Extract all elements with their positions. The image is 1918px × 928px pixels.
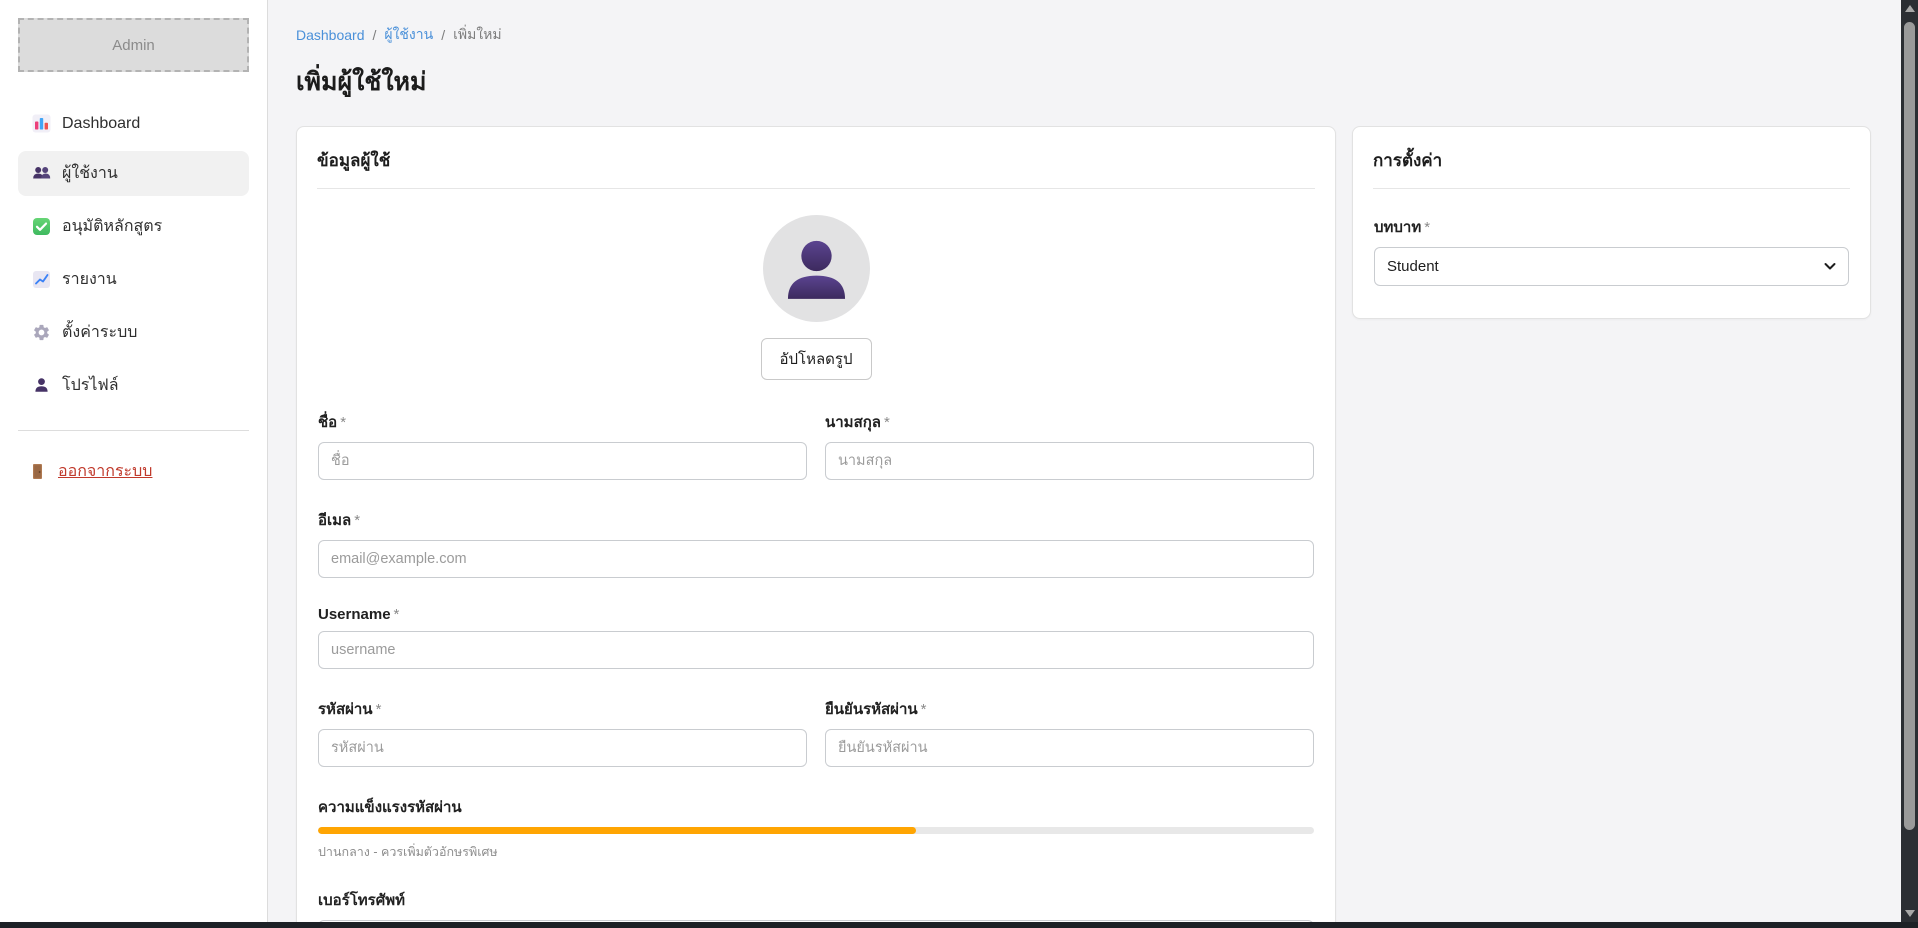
password-strength-caption: ปานกลาง - ควรเพิ่มตัวอักษรพิเศษ (318, 842, 1314, 862)
scrollbar-thumb[interactable] (1904, 22, 1915, 830)
sidebar-item-label: โปรไฟล์ (62, 373, 119, 398)
user-card-title: ข้อมูลผู้ใช้ (297, 127, 1335, 188)
sidebar-item-reports[interactable]: รายงาน (18, 257, 249, 302)
window-bottom-edge (0, 922, 1918, 928)
phone-label: เบอร์โทรศัพท์ (318, 888, 1314, 912)
scroll-down-arrow[interactable] (1901, 905, 1918, 922)
required-asterisk: * (1424, 219, 1430, 236)
settings-body: บทบาท* Student (1353, 215, 1870, 286)
gear-icon (32, 323, 51, 342)
last-name-group: นามสกุล* (825, 410, 1314, 480)
page-title: เพิ่มผู้ใช้ใหม่ (296, 62, 1871, 102)
role-label: บทบาท* (1374, 215, 1849, 239)
sidebar-item-label: ผู้ใช้งาน (62, 161, 118, 186)
vertical-scrollbar (1901, 0, 1918, 928)
password-strength-section: ความแข็งแรงรหัสผ่าน ปานกลาง - ควรเพิ่มตั… (318, 795, 1314, 862)
logo-text: Admin (112, 37, 155, 54)
bar-chart-icon (32, 114, 51, 133)
trend-chart-icon (32, 270, 51, 289)
sidebar-item-profile[interactable]: โปรไฟล์ (18, 363, 249, 408)
username-field[interactable] (318, 631, 1314, 669)
sidebar-divider (18, 430, 249, 431)
first-name-field[interactable] (318, 442, 807, 480)
breadcrumb: Dashboard / ผู้ใช้งาน / เพิ่มใหม่ (296, 24, 1871, 46)
sidebar: Admin Dashboard (0, 0, 268, 928)
confirm-password-label: ยืนยันรหัสผ่าน* (825, 697, 1314, 721)
password-strength-label: ความแข็งแรงรหัสผ่าน (318, 795, 1314, 819)
door-icon (28, 462, 47, 481)
required-asterisk: * (394, 606, 400, 623)
content-row: ข้อมูลผู้ใช้ อัปโหลดรูป (296, 126, 1871, 928)
avatar (763, 215, 870, 322)
confirm-password-group: ยืนยันรหัสผ่าน* (825, 697, 1314, 767)
required-asterisk: * (921, 701, 927, 718)
username-label: Username* (318, 606, 1314, 623)
required-asterisk: * (354, 512, 360, 529)
avatar-section: อัปโหลดรูป (297, 215, 1335, 380)
email-group: อีเมล* (318, 508, 1314, 578)
password-group: รหัสผ่าน* (318, 697, 807, 767)
settings-card: การตั้งค่า บทบาท* Student (1352, 126, 1871, 319)
sidebar-item-label: ตั้งค่าระบบ (62, 320, 137, 345)
breadcrumb-current: เพิ่มใหม่ (453, 24, 502, 46)
confirm-password-field[interactable] (825, 729, 1314, 767)
settings-card-title: การตั้งค่า (1353, 127, 1870, 188)
breadcrumb-dashboard-link[interactable]: Dashboard (296, 27, 365, 43)
logout-label: ออกจากระบบ (58, 459, 152, 484)
email-label: อีเมล* (318, 508, 1314, 532)
breadcrumb-separator: / (373, 27, 377, 43)
card-divider (1373, 188, 1850, 189)
breadcrumb-separator: / (441, 27, 445, 43)
required-asterisk: * (340, 414, 346, 431)
breadcrumb-users-link[interactable]: ผู้ใช้งาน (384, 24, 433, 46)
username-group: Username* (318, 606, 1314, 669)
first-name-label: ชื่อ* (318, 410, 807, 434)
users-icon (32, 164, 51, 183)
app-window: Admin Dashboard (0, 0, 1918, 928)
last-name-label: นามสกุล* (825, 410, 1314, 434)
card-divider (317, 188, 1315, 189)
email-field[interactable] (318, 540, 1314, 578)
sidebar-item-system-settings[interactable]: ตั้งค่าระบบ (18, 310, 249, 355)
last-name-field[interactable] (825, 442, 1314, 480)
first-name-group: ชื่อ* (318, 410, 807, 480)
sidebar-nav: Dashboard ผู้ใช้งาน (18, 104, 249, 416)
logout-link[interactable]: ออกจากระบบ (18, 453, 249, 490)
password-label: รหัสผ่าน* (318, 697, 807, 721)
main-content: Dashboard / ผู้ใช้งาน / เพิ่มใหม่ เพิ่มผ… (268, 0, 1901, 928)
sidebar-item-users[interactable]: ผู้ใช้งาน (18, 151, 249, 196)
upload-photo-button[interactable]: อัปโหลดรูป (761, 338, 872, 380)
password-field[interactable] (318, 729, 807, 767)
required-asterisk: * (376, 701, 382, 718)
sidebar-item-label: อนุมัติหลักสูตร (62, 214, 162, 239)
sidebar-item-label: รายงาน (62, 267, 117, 292)
password-strength-track (318, 827, 1314, 834)
user-form: ชื่อ* นามสกุล* อีเมล (297, 410, 1335, 928)
logo-placeholder: Admin (18, 18, 249, 72)
scroll-up-arrow[interactable] (1901, 0, 1918, 17)
sidebar-item-course-approval[interactable]: อนุมัติหลักสูตร (18, 204, 249, 249)
role-select[interactable]: Student (1374, 247, 1849, 286)
person-icon (32, 376, 51, 395)
password-strength-fill (318, 827, 916, 834)
sidebar-item-dashboard[interactable]: Dashboard (18, 104, 249, 143)
user-info-card: ข้อมูลผู้ใช้ อัปโหลดรูป (296, 126, 1336, 928)
role-select-wrap: Student (1374, 247, 1849, 286)
sidebar-item-label: Dashboard (62, 115, 140, 133)
required-asterisk: * (884, 414, 890, 431)
check-icon (32, 217, 51, 236)
